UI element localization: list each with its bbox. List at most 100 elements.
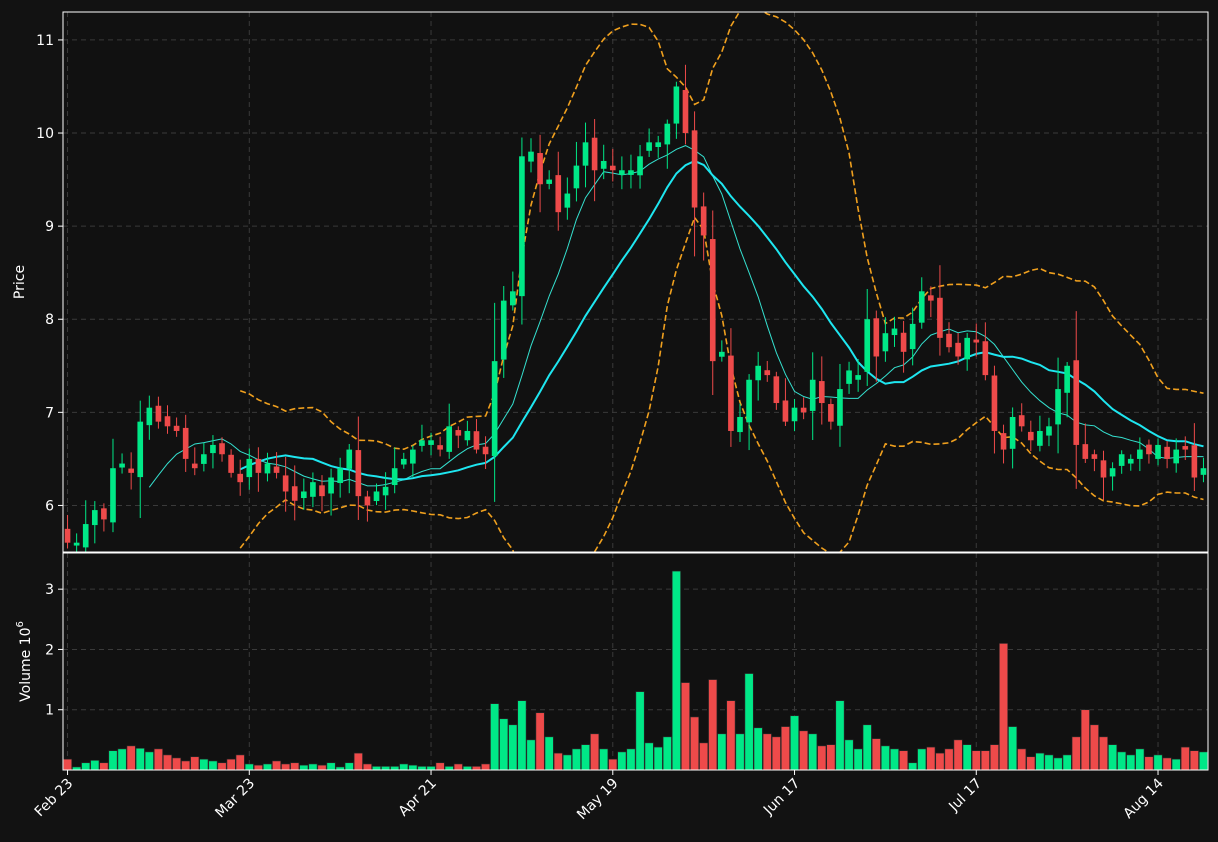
volume-bar <box>835 700 845 771</box>
candle-body <box>818 381 825 404</box>
candle-body <box>437 445 443 450</box>
candle-body <box>1046 426 1052 436</box>
candle-body <box>682 90 689 134</box>
volume-bar <box>799 730 809 771</box>
volume-bar <box>444 766 454 771</box>
candle-body <box>101 508 107 520</box>
candle-body <box>709 239 716 362</box>
volume-bar <box>989 744 999 771</box>
candle-body <box>982 341 989 376</box>
candle-body <box>528 151 534 162</box>
volume-bar <box>971 750 981 771</box>
volume-bar <box>117 748 127 771</box>
candle-body <box>482 446 489 455</box>
volume-bar <box>844 739 854 771</box>
candle-body <box>719 351 725 357</box>
volume-bar <box>126 745 136 771</box>
candle-body <box>918 291 925 323</box>
candle-body <box>700 206 707 236</box>
candle-body <box>773 376 780 404</box>
volume-bar <box>944 748 954 771</box>
volume-panel-frame <box>63 553 1208 770</box>
candle-body <box>510 291 516 306</box>
volume-bar <box>926 746 936 771</box>
volume-bar <box>808 733 818 771</box>
candle-body <box>173 425 180 431</box>
candle-body <box>264 463 271 474</box>
candle-body <box>191 463 198 469</box>
candle-body <box>955 342 961 357</box>
candle-body <box>628 170 634 175</box>
price-tick-label: 7 <box>45 405 54 421</box>
price-tick-label: 8 <box>45 312 54 328</box>
volume-bar <box>962 744 972 771</box>
candle-body <box>691 130 698 208</box>
candle-body <box>119 463 125 468</box>
candle-body <box>1037 430 1043 446</box>
candle-body <box>664 123 671 145</box>
candle-body <box>1182 446 1189 450</box>
volume-bar <box>1044 754 1054 771</box>
candle-body <box>900 332 907 352</box>
candle-body <box>1073 360 1080 445</box>
volume-bar <box>1198 751 1208 771</box>
volume-bar <box>671 570 681 771</box>
volume-bar <box>1099 736 1108 771</box>
volume-bar <box>1153 754 1163 771</box>
volume-bar <box>917 748 927 771</box>
candle-body <box>1100 460 1107 478</box>
volume-bar <box>581 744 590 771</box>
candle-body <box>746 379 752 423</box>
candle-body <box>337 468 343 484</box>
volume-bar <box>599 748 609 771</box>
candle-body <box>855 375 861 380</box>
candle-body <box>891 328 898 336</box>
volume-bar <box>1135 748 1145 771</box>
price-panel-frame <box>63 12 1208 552</box>
volume-bar <box>953 739 963 771</box>
volume-bar <box>980 750 990 771</box>
volume-bar <box>771 736 781 771</box>
candle-body <box>737 417 743 433</box>
candle-body <box>182 427 189 459</box>
volume-bar <box>462 766 472 771</box>
candle-body <box>355 450 362 497</box>
candle-body <box>991 375 998 431</box>
candle-body <box>791 407 798 422</box>
volume-bar <box>590 733 600 771</box>
volume-bar <box>1089 724 1099 771</box>
candle-body <box>519 156 525 297</box>
candle-body <box>364 496 371 506</box>
price-tick-label: 10 <box>36 126 54 142</box>
candle-body <box>1000 433 1007 450</box>
volume-bar <box>908 762 918 771</box>
candle-body <box>500 300 507 360</box>
candle-body <box>410 449 416 464</box>
candle-body <box>1191 445 1198 478</box>
candle-body <box>600 160 607 169</box>
price-axis-label: Price <box>12 265 28 299</box>
candle-body <box>1164 446 1170 459</box>
volume-bar <box>181 760 191 771</box>
volume-bar <box>999 643 1009 771</box>
volume-bar <box>1117 751 1127 771</box>
volume-bar <box>553 752 563 771</box>
candlestick-chart: 6 7 8 9 10 11 Price 123 Volume 106 Feb 23 Mar … <box>0 0 1218 842</box>
candle-body <box>609 165 616 171</box>
volume-bar <box>172 757 182 771</box>
candle-body <box>1173 449 1180 464</box>
candle-body <box>1109 468 1116 477</box>
candle-body <box>128 468 134 473</box>
volume-bar <box>890 748 899 771</box>
volume-bar <box>517 700 527 771</box>
candle-body <box>82 524 89 548</box>
candle-body <box>237 473 244 483</box>
candle-body <box>582 142 589 166</box>
candle-body <box>573 165 580 189</box>
candle-body <box>137 421 144 478</box>
candle-body <box>828 404 834 422</box>
volume-bar <box>853 748 863 771</box>
volume-bar <box>699 742 709 771</box>
candle-body <box>446 426 453 452</box>
volume-bar <box>208 760 218 771</box>
